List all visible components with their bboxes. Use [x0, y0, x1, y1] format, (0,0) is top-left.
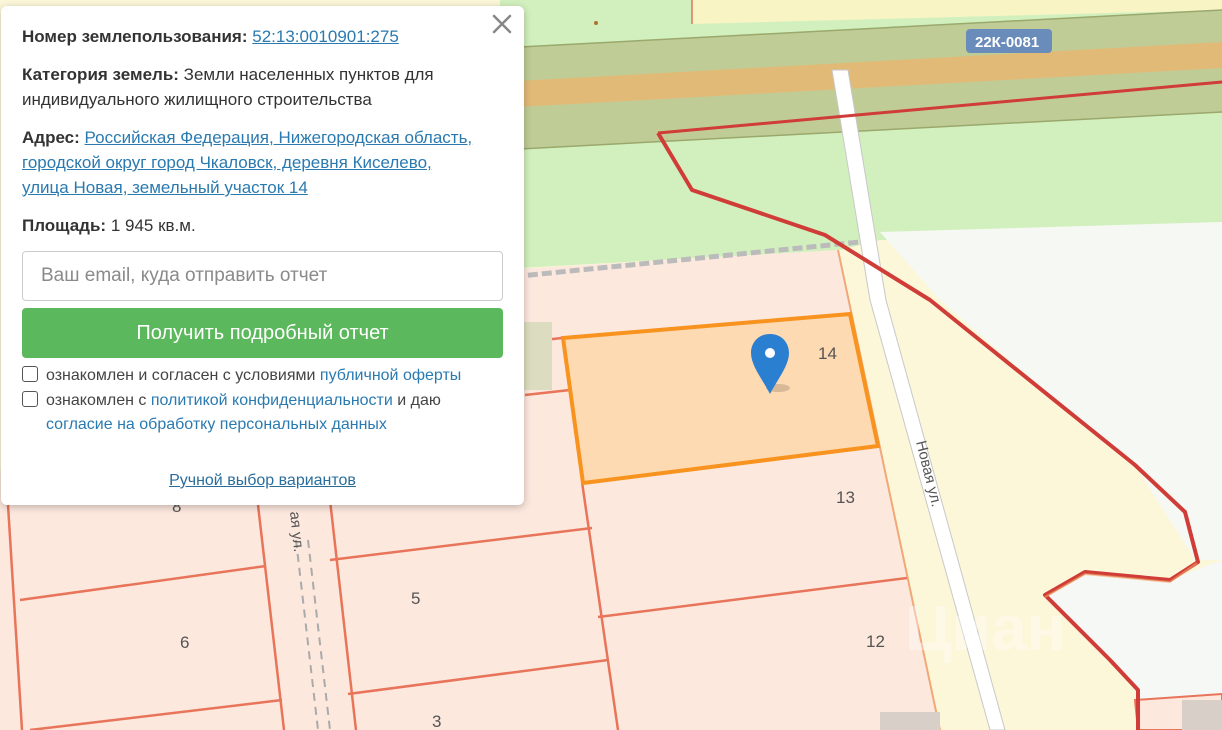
email-input[interactable]	[22, 251, 503, 301]
grey-block-se	[880, 712, 940, 730]
address-link-line3[interactable]: улица Новая, земельный участок 14	[22, 178, 308, 197]
privacy-text-after: и даю	[397, 392, 441, 409]
cadastral-row: Номер землепользования: 52:13:0010901:27…	[22, 24, 503, 49]
grey-block-far-se	[1182, 700, 1222, 730]
watermark: Циан	[905, 592, 1065, 664]
close-icon[interactable]	[490, 12, 514, 36]
parcel-number-6: 6	[180, 633, 189, 652]
get-report-button[interactable]: Получить подробный отчет	[22, 308, 503, 358]
category-row: Категория земель: Земли населенных пункт…	[22, 62, 503, 112]
area-label: Площадь:	[22, 216, 107, 235]
privacy-text-before: ознакомлен с	[46, 392, 147, 409]
offer-text: ознакомлен и согласен с условиями	[46, 367, 316, 384]
parcel-info-popup: Номер землепользования: 52:13:0010901:27…	[1, 6, 524, 505]
grey-block	[520, 322, 552, 390]
address-label: Адрес:	[22, 128, 80, 147]
address-row: Адрес: Российская Федерация, Нижегородск…	[22, 125, 503, 200]
parcel-number-5: 5	[411, 589, 420, 608]
offer-consent-row: ознакомлен и согласен с условиями публич…	[22, 364, 503, 388]
offer-link[interactable]: публичной оферты	[320, 367, 461, 384]
parcel-number-3: 3	[432, 712, 441, 730]
parcel-number-12: 12	[866, 632, 885, 651]
map-dot	[594, 21, 598, 25]
area-row: Площадь: 1 945 кв.м.	[22, 213, 503, 238]
area-value: 1 945 кв.м.	[110, 216, 196, 235]
parcel-number-14: 14	[818, 344, 837, 363]
cadastral-number-link[interactable]: 52:13:0010901:275	[252, 27, 399, 46]
privacy-checkbox[interactable]	[22, 391, 38, 407]
consent-link[interactable]: согласие на обработку персональных данны…	[46, 416, 387, 433]
road-badge: 22К-0081	[966, 29, 1052, 53]
privacy-link[interactable]: политикой конфиденциальности	[151, 392, 393, 409]
manual-selection-link[interactable]: Ручной выбор вариантов	[1, 472, 524, 490]
privacy-consent-row: ознакомлен с политикой конфиденциальност…	[22, 389, 503, 437]
address-link-line2[interactable]: городской округ город Чкаловск, деревня …	[22, 153, 432, 172]
offer-checkbox[interactable]	[22, 366, 38, 382]
svg-text:22К-0081: 22К-0081	[975, 34, 1039, 51]
category-label: Категория земель:	[22, 65, 179, 84]
parcel-number-13: 13	[836, 488, 855, 507]
address-link-line1[interactable]: Российская Федерация, Нижегородская обла…	[85, 128, 473, 147]
cadastral-label: Номер землепользования:	[22, 27, 248, 46]
